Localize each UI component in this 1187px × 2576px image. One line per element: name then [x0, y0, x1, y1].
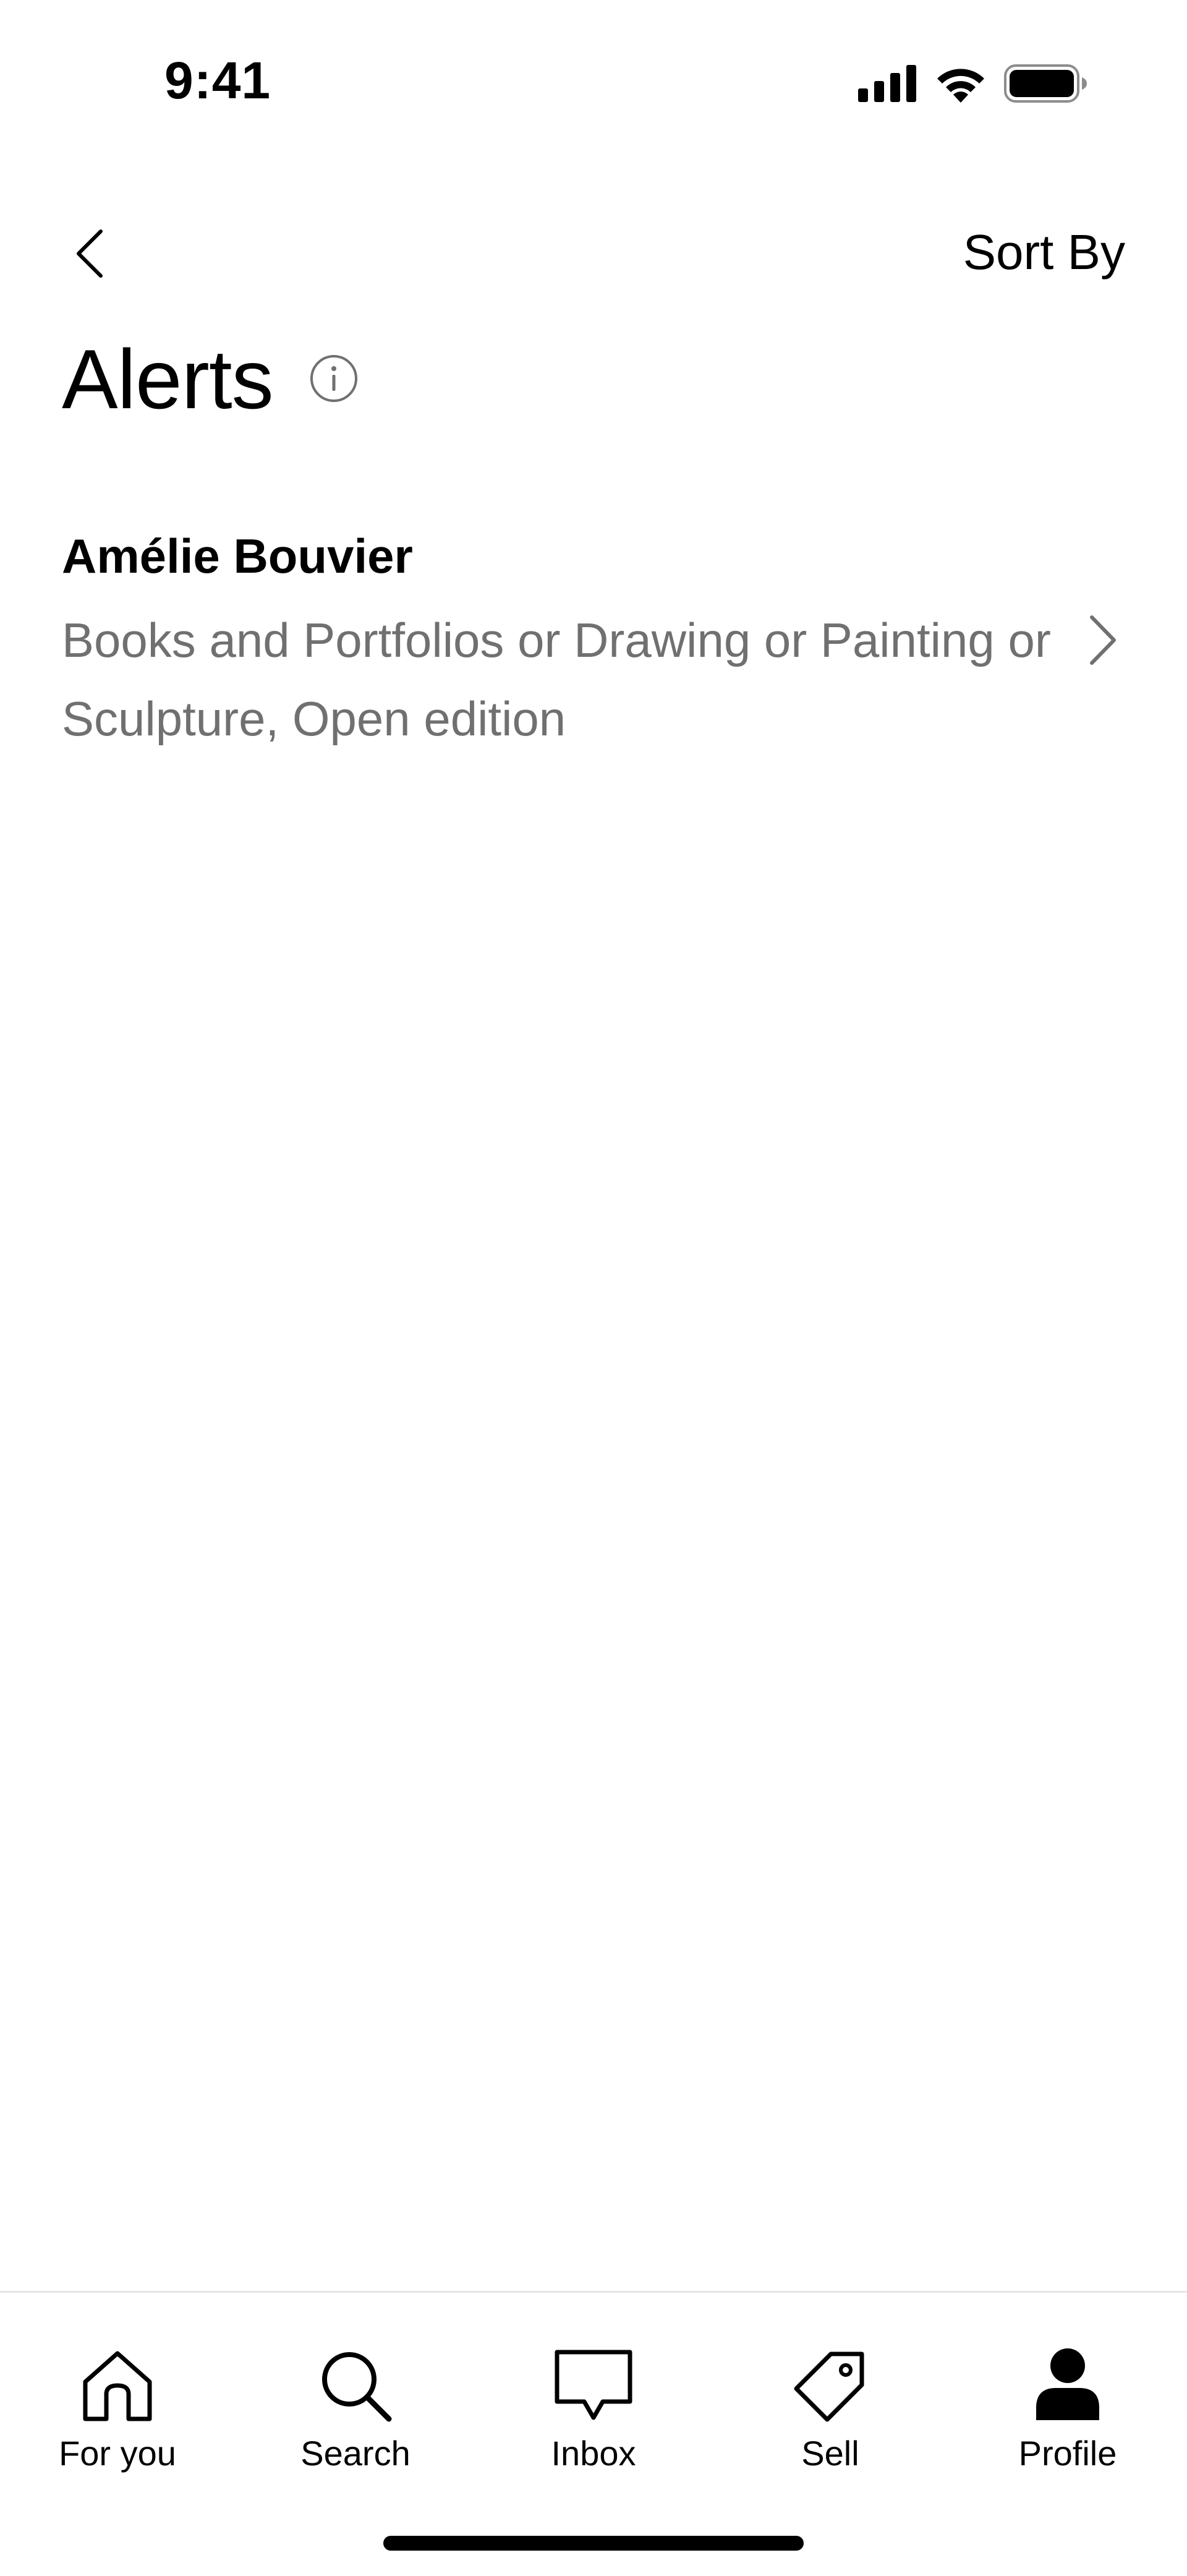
battery-icon: [1004, 64, 1088, 103]
wifi-icon: [935, 64, 987, 103]
tab-label: Sell: [801, 2434, 859, 2473]
tag-icon: [787, 2342, 874, 2429]
person-icon: [1024, 2342, 1111, 2429]
chevron-left-icon: [77, 229, 103, 278]
alert-name: Amélie Bouvier: [62, 529, 413, 583]
status-icons: [858, 64, 1088, 103]
tab-sell[interactable]: Sell: [738, 2342, 923, 2471]
tab-bar: For you Search Inbox Sell Profile: [0, 2291, 1187, 2576]
cellular-signal-icon: [858, 65, 917, 102]
alert-item[interactable]: Amélie Bouvier Books and Portfolios or D…: [62, 532, 1125, 758]
status-time: 9:41: [164, 51, 271, 109]
tab-search[interactable]: Search: [263, 2342, 448, 2471]
tab-profile[interactable]: Profile: [975, 2342, 1160, 2471]
sort-by-button[interactable]: Sort By: [963, 228, 1125, 277]
back-button[interactable]: [62, 223, 117, 285]
chat-bubble-icon: [550, 2342, 637, 2429]
info-icon: [310, 355, 357, 402]
search-icon: [312, 2342, 399, 2429]
home-icon: [74, 2342, 161, 2429]
tab-label: Search: [300, 2434, 411, 2473]
home-indicator: [383, 2536, 804, 2551]
tab-label: Inbox: [551, 2434, 636, 2473]
tab-label: Profile: [1018, 2434, 1117, 2473]
page-title: Alerts: [62, 332, 274, 426]
info-button[interactable]: [309, 354, 359, 403]
tab-inbox[interactable]: Inbox: [501, 2342, 686, 2471]
tab-for-you[interactable]: For you: [25, 2342, 210, 2471]
tab-label: For you: [59, 2434, 176, 2473]
alert-criteria: Books and Portfolios or Drawing or Paint…: [62, 613, 1051, 746]
status-bar: 9:41: [0, 0, 1187, 124]
alert-list: Amélie Bouvier Books and Portfolios or D…: [62, 532, 1125, 758]
chevron-right-icon: [1090, 615, 1116, 665]
